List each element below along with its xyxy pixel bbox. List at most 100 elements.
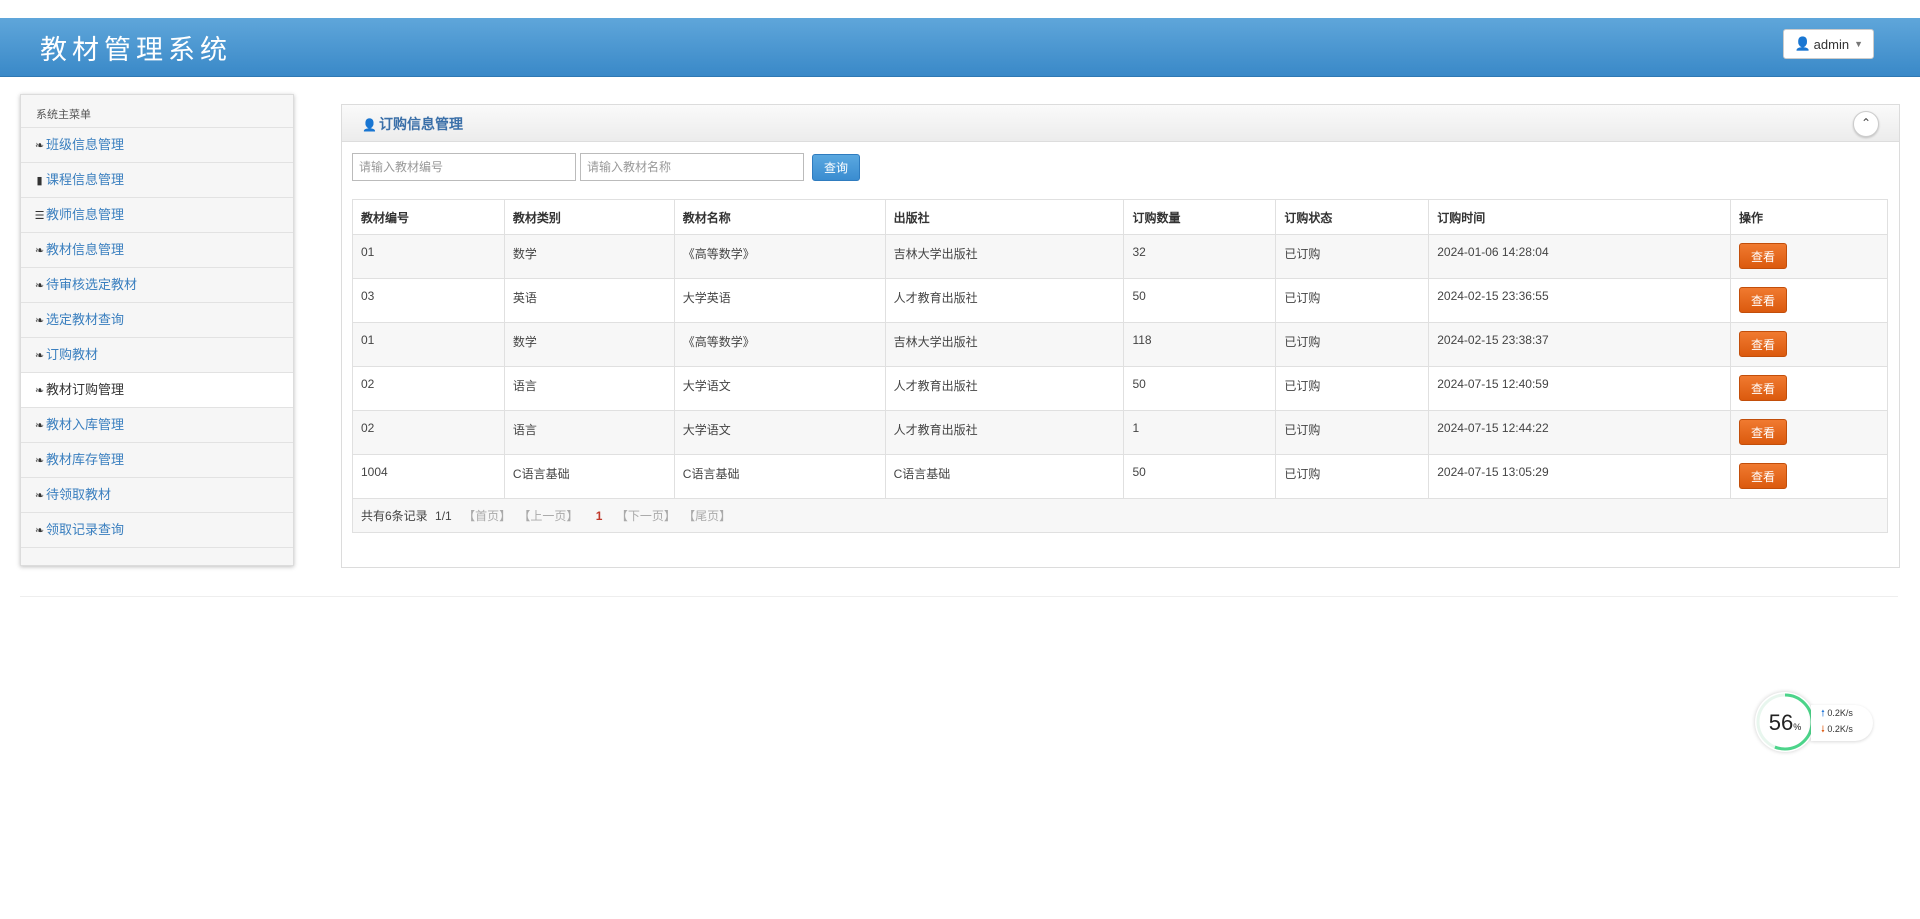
sidebar-item[interactable]: ❧ 班级信息管理 (21, 128, 293, 163)
table-cell: 02 (352, 410, 505, 455)
table-row: 02 语言 大学语文 人才教育出版社 50 已订购 2024-07-15 12:40:59 查… (352, 366, 1888, 411)
panel-title: 👤 订购信息管理 (362, 114, 463, 134)
collapse-button[interactable]: ⌃ (1853, 111, 1879, 137)
table-cell: 语言 (503, 410, 675, 455)
table-cell: 人才教育出版社 (884, 410, 1125, 455)
action-cell: 查看 (1730, 278, 1888, 323)
sidebar-item[interactable]: ❧ 选定教材查询 (21, 303, 293, 338)
arrow-up-icon: 🠕 (1821, 708, 1825, 718)
sidebar-item-label: 教材订购管理 (46, 382, 125, 397)
current-page: 1 (595, 509, 603, 523)
sidebar-item[interactable]: ❧ 教材库存管理 (21, 443, 293, 478)
table-cell: 已订购 (1275, 410, 1430, 455)
table-cell: 2024-07-15 12:44:22 (1428, 410, 1732, 455)
view-button[interactable]: 查看 (1739, 419, 1788, 445)
table-cell: 01 (352, 322, 505, 367)
user-menu-button[interactable]: 👤 admin ▼ (1783, 29, 1874, 59)
leaf-icon: ❧ (34, 455, 45, 467)
column-header: 出版社 (884, 199, 1125, 235)
table-cell: 语言 (503, 366, 675, 411)
sidebar-item[interactable]: ❧ 待领取教材 (21, 478, 293, 513)
code-search-input[interactable] (352, 153, 576, 181)
network-speed-widget[interactable]: 56% 🠕 0.2K/s 🠗 0.2K/s (1755, 692, 1885, 756)
prev-page-link[interactable]: 【上一页】 (518, 509, 578, 523)
table-row: 01 数学 《高等数学》 吉林大学出版社 118 已订购 2024-02-15 23:38:… (352, 322, 1888, 367)
sidebar-item[interactable]: ▮ 课程信息管理 (21, 163, 293, 198)
table-cell: 人才教育出版社 (884, 278, 1125, 323)
next-page-link[interactable]: 【下一页】 (616, 509, 676, 523)
table-cell: C语言基础 (503, 454, 675, 499)
table-cell: 2024-07-15 12:40:59 (1428, 366, 1732, 411)
column-header: 订购时间 (1428, 199, 1732, 235)
bookmark-icon: ▮ (36, 175, 43, 187)
sidebar-item-label: 待审核选定教材 (46, 277, 138, 292)
sidebar-item[interactable]: ❧ 教材信息管理 (21, 233, 293, 268)
table-cell: 32 (1123, 234, 1277, 279)
sidebar-item-label: 教材入库管理 (46, 417, 125, 432)
table-cell: 118 (1123, 322, 1277, 367)
table-row: 01 数学 《高等数学》 吉林大学出版社 32 已订购 2024-01-06 14:28:0… (352, 234, 1888, 279)
action-cell: 查看 (1730, 322, 1888, 367)
leaf-icon: ❧ (34, 385, 45, 397)
sidebar-item[interactable]: ❧ 教材入库管理 (21, 408, 293, 443)
column-header: 操作 (1730, 199, 1888, 235)
leaf-icon: ❧ (34, 140, 45, 152)
table-cell: 1004 (352, 454, 505, 499)
leaf-icon: ❧ (34, 350, 45, 362)
view-button[interactable]: 查看 (1739, 463, 1788, 489)
leaf-icon: ❧ (34, 245, 45, 257)
sidebar-item[interactable]: ❧ 待审核选定教材 (21, 268, 293, 303)
table-cell: C语言基础 (673, 454, 886, 499)
table-cell: 已订购 (1275, 454, 1430, 499)
sidebar-item[interactable]: ❧ 订购教材 (21, 338, 293, 373)
sidebar-item-label: 教材库存管理 (46, 452, 125, 467)
leaf-icon: ❧ (34, 280, 45, 292)
sidebar-item-label: 订购教材 (46, 347, 99, 362)
panel-header: 👤 订购信息管理 ⌃ (342, 105, 1899, 142)
table-cell: 大学英语 (673, 278, 886, 323)
sidebar-item[interactable]: ☰ 教师信息管理 (21, 198, 293, 233)
sidebar-item[interactable]: ❧ 领取记录查询 (21, 513, 293, 548)
sidebar-item-label: 教师信息管理 (46, 207, 125, 222)
view-button[interactable]: 查看 (1739, 375, 1788, 401)
speed-readout: 🠕 0.2K/s 🠗 0.2K/s (1811, 705, 1873, 741)
sidebar-item-label: 课程信息管理 (46, 172, 125, 187)
top-header: 教材管理系统 👤 admin ▼ (0, 18, 1920, 77)
table-cell: 大学语文 (673, 366, 886, 411)
table-cell: 2024-07-15 13:05:29 (1428, 454, 1732, 499)
table-row: 03 英语 大学英语 人才教育出版社 50 已订购 2024-02-15 23:36:55 查… (352, 278, 1888, 323)
action-cell: 查看 (1730, 410, 1888, 455)
sidebar-item-label: 选定教材查询 (46, 312, 125, 327)
pager-row: 共有6条记录 1/1 【首页】 【上一页】 1 【下一页】 【尾页】 (352, 498, 1888, 533)
order-panel: 👤订购信息管理 ⌃ 查询 教材编号教材类别教材名称出版社订购数量订购状态订购时间… (341, 104, 1900, 568)
view-button[interactable]: 查看 (1739, 331, 1788, 357)
sidebar-item-label: 教材信息管理 (46, 242, 125, 257)
table-cell: 50 (1123, 278, 1277, 323)
table-cell: 人才教育出版社 (884, 366, 1125, 411)
panel-title-text: 订购信息管理 (378, 116, 463, 132)
page-info: 1/1 (435, 509, 452, 523)
table-cell: 已订购 (1275, 366, 1430, 411)
content-divider (20, 596, 1898, 597)
leaf-icon: ❧ (34, 420, 45, 432)
table-row: 02 语言 大学语文 人才教育出版社 1 已订购 2024-07-15 12:44:22 查看 (352, 410, 1888, 455)
action-cell: 查看 (1730, 234, 1888, 279)
table-cell: 01 (352, 234, 505, 279)
table-cell: 大学语文 (673, 410, 886, 455)
query-button[interactable]: 查询 (812, 154, 860, 181)
last-page-link[interactable]: 【尾页】 (683, 509, 731, 523)
usage-ring: 56% (1755, 692, 1815, 752)
view-button[interactable]: 查看 (1739, 243, 1788, 269)
caret-down-icon: ▼ (1854, 39, 1863, 49)
name-search-input[interactable] (580, 153, 804, 181)
column-header: 订购数量 (1123, 199, 1277, 235)
sidebar-item[interactable]: ❧ 教材订购管理 (21, 373, 293, 408)
first-page-link[interactable]: 【首页】 (463, 509, 511, 523)
table-cell: 数学 (503, 322, 675, 367)
table-cell: 数学 (503, 234, 675, 279)
user-icon: 👤 (362, 118, 377, 132)
view-button[interactable]: 查看 (1739, 287, 1788, 313)
table-cell: 2024-02-15 23:38:37 (1428, 322, 1732, 367)
sidebar-title: 系统主菜单 (21, 95, 293, 128)
table-cell: 50 (1123, 366, 1277, 411)
